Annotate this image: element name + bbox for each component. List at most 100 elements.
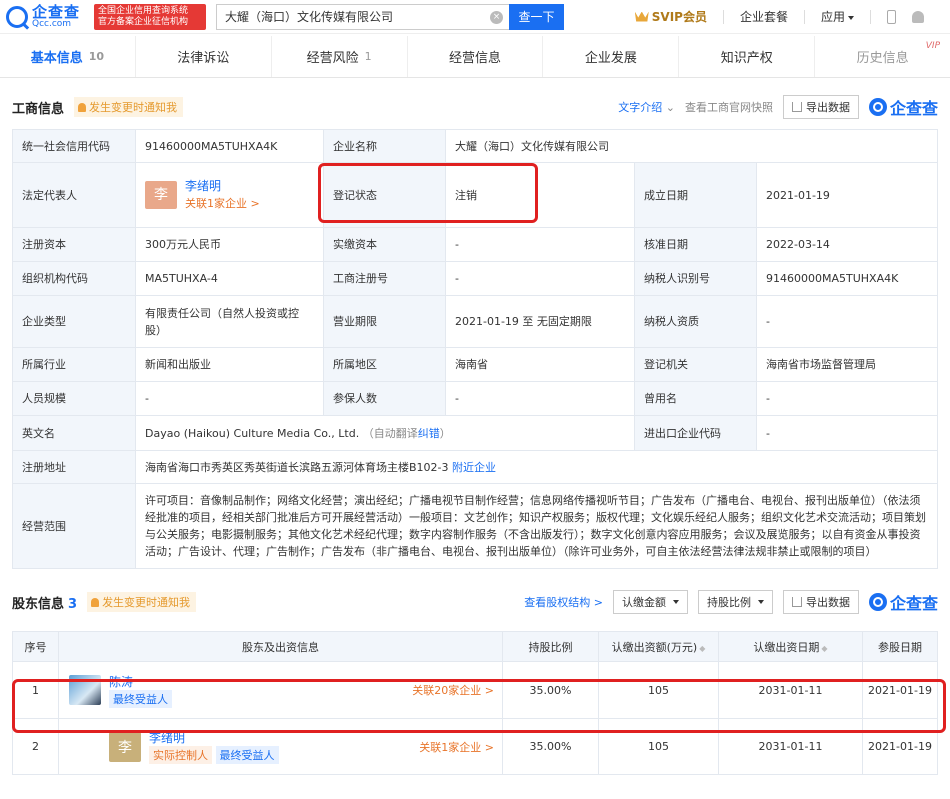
table-header: 序号 股东及出资信息 持股比例 认缴出资额(万元) ◆ 认缴出资日期 ◆ 参股日期 bbox=[12, 631, 938, 662]
tab-history[interactable]: 历史信息 VIP bbox=[815, 36, 950, 77]
package-link[interactable]: 企业套餐 bbox=[740, 8, 788, 25]
tab-bar: 基本信息 10 法律诉讼 经营风险 1 经营信息 企业发展 知识产权 历史信息 VIP bbox=[0, 36, 950, 78]
notify-label: 发生变更时通知我 bbox=[89, 101, 178, 114]
chevron-down-icon bbox=[672, 600, 679, 604]
section-title-text: 股东信息 bbox=[12, 596, 65, 612]
region-label: 所属地区 bbox=[323, 347, 446, 382]
slogan-line2: 官方备案企业征信机构 bbox=[98, 16, 189, 27]
watermark-logo: 企查查 bbox=[868, 95, 938, 119]
col-no: 序号 bbox=[12, 631, 59, 662]
highlight-box bbox=[318, 163, 538, 223]
col-amount[interactable]: 认缴出资额(万元) ◆ bbox=[598, 631, 719, 662]
tab-risk[interactable]: 经营风险 1 bbox=[272, 36, 408, 77]
paid-capital-label: 实缴资本 bbox=[323, 227, 446, 262]
nearby-companies-link[interactable]: 附近企业 bbox=[452, 461, 496, 474]
logo[interactable]: 企查查 Qcc.com bbox=[6, 4, 94, 29]
slogan: 全国企业信用查询系统 官方备案企业征信机构 bbox=[94, 3, 206, 30]
staff-label: 人员规模 bbox=[12, 381, 136, 416]
avatar[interactable]: 李 bbox=[109, 731, 141, 762]
related-companies-link[interactable]: 关联1家企业 > bbox=[419, 739, 494, 755]
tax-qual-value: - bbox=[755, 295, 939, 348]
org-code-value: MA5TUHXA-4 bbox=[135, 261, 324, 296]
founded-label: 成立日期 bbox=[634, 162, 757, 228]
business-info-header: 工商信息 发生变更时通知我 文字介绍 ⌄ 查看工商官网快照 导出数据 企查查 bbox=[0, 92, 950, 122]
crown-icon bbox=[634, 11, 649, 22]
tab-basic-info[interactable]: 基本信息 10 bbox=[0, 36, 136, 77]
notify-label: 发生变更时通知我 bbox=[102, 596, 191, 609]
table-row: 企业类型 有限责任公司（自然人投资或控股） 营业期限 2021-01-19 至 … bbox=[12, 295, 939, 348]
tab-label: 知识产权 bbox=[720, 51, 773, 66]
tab-label: 经营风险 bbox=[306, 51, 359, 66]
logo-en: Qcc.com bbox=[32, 18, 72, 29]
related-companies-link[interactable]: 关联1家企业 > bbox=[185, 195, 260, 212]
tab-label: 历史信息 bbox=[856, 51, 909, 66]
search-input[interactable]: 大耀（海口）文化传媒有限公司 × bbox=[216, 3, 509, 30]
avatar[interactable]: 李 bbox=[145, 181, 177, 209]
term-label: 营业期限 bbox=[323, 295, 446, 348]
text-intro-label: 文字介绍 bbox=[618, 101, 663, 114]
term-value: 2021-01-19 至 无固定期限 bbox=[445, 295, 635, 348]
chevron-down-icon: ⌄ bbox=[665, 101, 675, 114]
authority-label: 登记机关 bbox=[634, 347, 757, 382]
auto-translate-note: （自动翻译 bbox=[362, 426, 418, 440]
region-value: 海南省 bbox=[445, 347, 635, 382]
phone-icon[interactable] bbox=[887, 9, 896, 24]
apps-menu[interactable]: 应用 bbox=[821, 8, 854, 25]
insured-label: 参保人数 bbox=[323, 381, 446, 416]
svip-link[interactable]: SVIP会员 bbox=[634, 8, 707, 25]
tab-legal[interactable]: 法律诉讼 bbox=[136, 36, 272, 77]
reg-no-label: 工商注册号 bbox=[323, 261, 446, 296]
beneficiary-badge: 最终受益人 bbox=[215, 746, 279, 764]
address-label: 注册地址 bbox=[12, 450, 136, 484]
company-type-value: 有限责任公司（自然人投资或控股） bbox=[135, 295, 324, 348]
col-ratio[interactable]: 持股比例 bbox=[502, 631, 599, 662]
legal-rep-name[interactable]: 李绪明 bbox=[185, 178, 260, 195]
bell-icon[interactable] bbox=[912, 10, 924, 23]
tab-label: 企业发展 bbox=[584, 51, 637, 66]
table-row: 统一社会信用代码 91460000MA5TUHXA4K 企业名称 大耀（海口）文… bbox=[12, 129, 939, 163]
english-name-label: 英文名 bbox=[12, 415, 136, 451]
authority-value: 海南省市场监督管理局 bbox=[755, 347, 939, 382]
filter-amount-dropdown[interactable]: 认缴金额 bbox=[612, 590, 688, 614]
scope-label: 经营范围 bbox=[12, 483, 136, 569]
english-name-value: Dayao (Haikou) Culture Media Co., Ltd. bbox=[145, 426, 360, 440]
table-row: 注册资本 300万元人民币 实缴资本 - 核准日期 2022-03-14 bbox=[12, 227, 939, 262]
watermark-text: 企查查 bbox=[889, 99, 938, 118]
shareholder-header: 股东信息 3 发生变更时通知我 查看股权结构 > 认缴金额 持股比例 导出数据 企… bbox=[0, 587, 950, 617]
slogan-line1: 全国企业信用查询系统 bbox=[98, 5, 189, 16]
paren-close: ） bbox=[439, 426, 451, 440]
notify-button[interactable]: 发生变更时通知我 bbox=[74, 97, 184, 117]
filter-ratio-label: 持股比例 bbox=[706, 596, 751, 609]
export-button[interactable]: 导出数据 bbox=[782, 590, 859, 614]
bell-icon bbox=[91, 597, 100, 607]
clear-icon[interactable]: × bbox=[490, 10, 503, 24]
text-intro-link[interactable]: 文字介绍 ⌄ bbox=[618, 99, 675, 115]
logo-icon bbox=[6, 5, 28, 28]
bell-icon bbox=[78, 102, 87, 112]
address-value: 海南省海口市秀英区秀英街道长滨路五源河体育场主楼B102-3 bbox=[145, 460, 449, 474]
export-label: 导出数据 bbox=[805, 101, 850, 114]
search-button[interactable]: 查一下 bbox=[509, 3, 564, 30]
equity-structure-link[interactable]: 查看股权结构 > bbox=[524, 594, 603, 610]
divider bbox=[803, 9, 805, 24]
col-date[interactable]: 认缴出资日期 ◆ bbox=[718, 631, 863, 662]
tab-operation[interactable]: 经营信息 bbox=[408, 36, 544, 77]
tab-ip[interactable]: 知识产权 bbox=[679, 36, 816, 77]
company-name-value: 大耀（海口）文化传媒有限公司 bbox=[444, 129, 939, 163]
table-row: 注册地址 海南省海口市秀英区秀英街道长滨路五源河体育场主楼B102-3 附近企业 bbox=[12, 450, 939, 484]
filter-ratio-dropdown[interactable]: 持股比例 bbox=[697, 590, 773, 614]
tab-count: 1 bbox=[364, 50, 372, 63]
export-button[interactable]: 导出数据 bbox=[782, 95, 859, 119]
english-name-cell: Dayao (Haikou) Culture Media Co., Ltd. （… bbox=[135, 415, 635, 451]
col-amount-label: 认缴出资额(万元) bbox=[611, 640, 698, 654]
industry-label: 所属行业 bbox=[12, 347, 136, 382]
capital-label: 注册资本 bbox=[12, 227, 136, 262]
tab-development[interactable]: 企业发展 bbox=[543, 36, 680, 77]
org-code-label: 组织机构代码 bbox=[12, 261, 136, 296]
notify-button[interactable]: 发生变更时通知我 bbox=[87, 592, 197, 612]
correction-link[interactable]: 纠错 bbox=[418, 427, 440, 440]
official-site-link[interactable]: 查看工商官网快照 bbox=[685, 99, 773, 115]
col-ratio-label: 持股比例 bbox=[528, 640, 573, 654]
search-bar: 大耀（海口）文化传媒有限公司 × 查一下 bbox=[216, 3, 564, 30]
reg-no-value: - bbox=[445, 261, 635, 296]
